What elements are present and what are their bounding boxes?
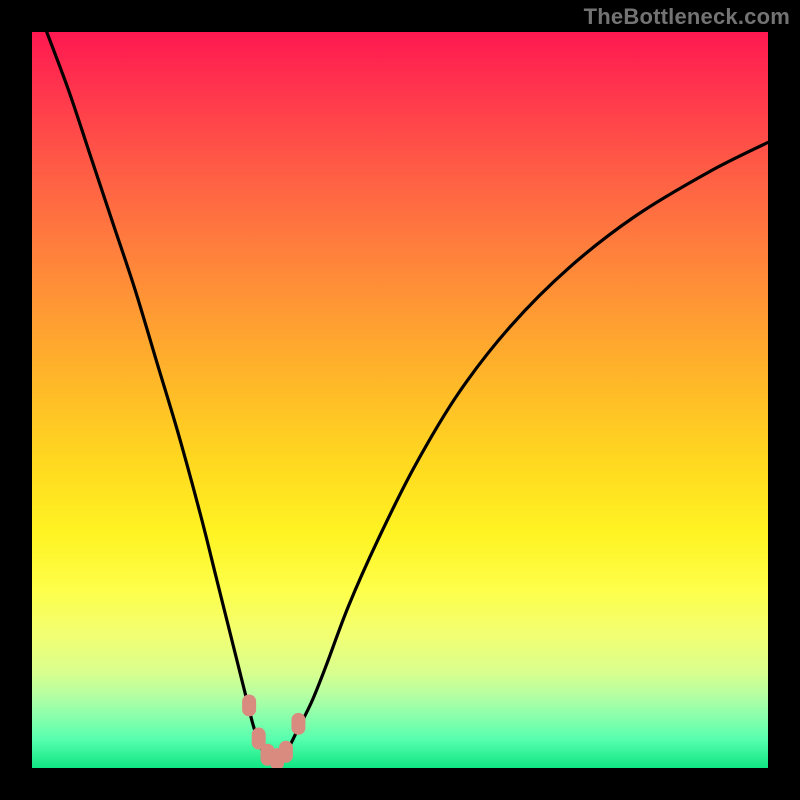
- bottleneck-curve: [47, 32, 768, 761]
- curve-layer: [32, 32, 768, 768]
- watermark-text: TheBottleneck.com: [584, 4, 790, 30]
- marker-dot: [242, 694, 256, 716]
- marker-dot: [279, 741, 293, 763]
- curve-markers: [242, 694, 305, 768]
- chart-frame: TheBottleneck.com: [0, 0, 800, 800]
- marker-dot: [291, 713, 305, 735]
- plot-area: [32, 32, 768, 768]
